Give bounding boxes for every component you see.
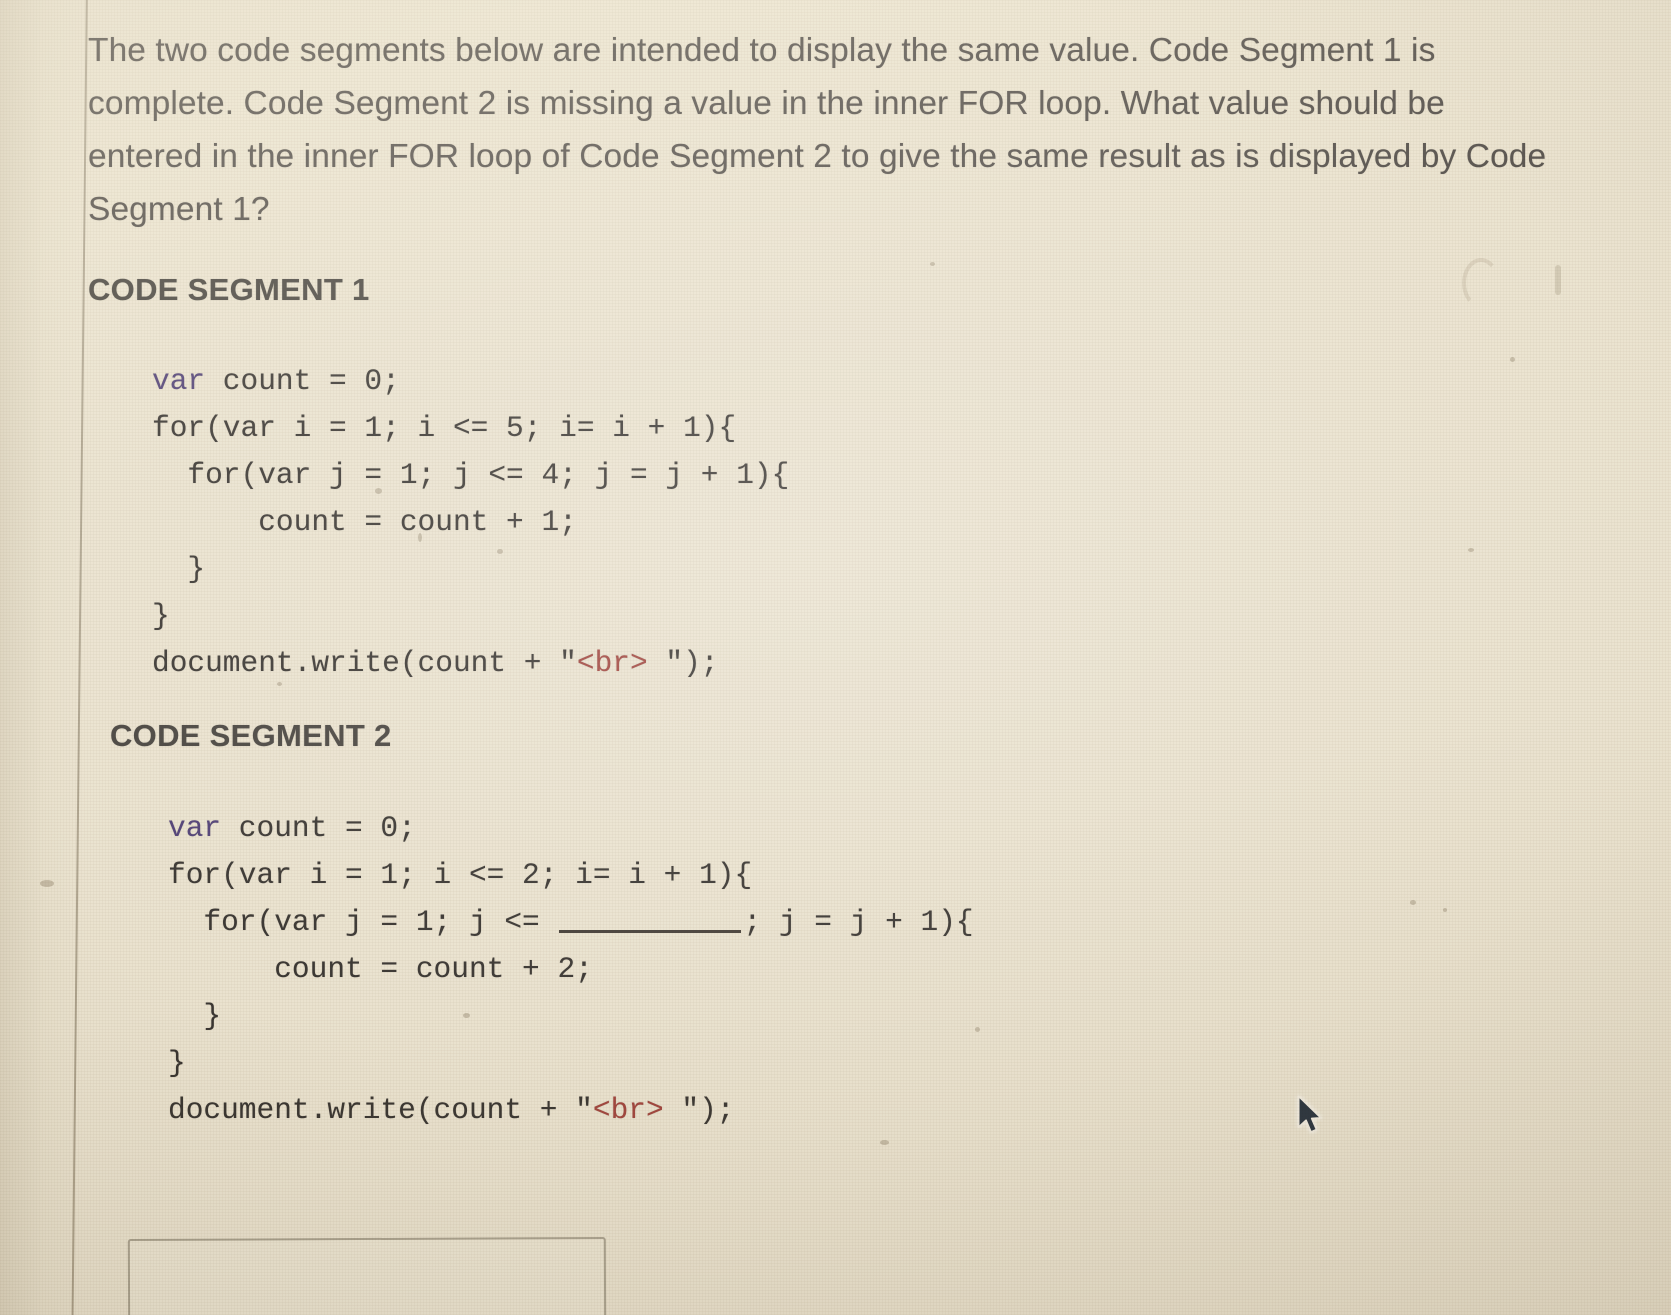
missing-value-blank	[559, 930, 742, 933]
code2-line-2: for(var i = 1; i <= 2; i= i + 1){	[168, 858, 753, 892]
code2-line-1: var count = 0;	[168, 811, 416, 845]
code2-line-5: }	[168, 999, 222, 1033]
answer-input[interactable]	[127, 1236, 607, 1315]
code-line-1: var count = 0;	[152, 364, 400, 398]
code2-line-7: document.write(count + "<br> ");	[168, 1093, 735, 1127]
question-prompt: The two code segments below are intended…	[88, 32, 1547, 228]
code-line-5: }	[152, 552, 206, 586]
code-line-4: count = count + 1;	[152, 505, 577, 539]
code2-line-3: for(var j = 1; j <= ; j = j + 1){	[168, 905, 974, 939]
code2-line-3-pre: for(var j = 1; j <=	[168, 905, 558, 939]
code2-line-6: }	[168, 1046, 186, 1080]
code-line-3: for(var j = 1; j <= 4; j = j + 1){	[152, 458, 790, 492]
code-segment-2-heading: CODE SEGMENT 2	[110, 718, 392, 753]
code2-line-4: count = count + 2;	[168, 952, 593, 986]
br-string-literal: <br>	[576, 646, 648, 680]
code2-line-1-rest: count = 0;	[221, 811, 416, 845]
code2-line-7-pre: document.write(count + "	[168, 1093, 593, 1127]
code-segment-2-block: var count = 0; for(var i = 1; i <= 2; i=…	[168, 805, 974, 1134]
quiz-content: The two code segments below are intended…	[0, 0, 1671, 1315]
code-segment-1-heading: CODE SEGMENT 1	[88, 272, 370, 307]
code-line-7-post: ");	[647, 646, 719, 680]
code2-line-7-post: ");	[663, 1093, 735, 1127]
code-line-7: document.write(count + "<br> ");	[152, 646, 719, 680]
code-line-2: for(var i = 1; i <= 5; i= i + 1){	[152, 411, 737, 445]
keyword-var: var	[168, 811, 222, 845]
keyword-var: var	[152, 364, 206, 398]
code-line-1-rest: count = 0;	[205, 364, 400, 398]
code-line-7-pre: document.write(count + "	[152, 646, 577, 680]
code-line-6: }	[152, 599, 170, 633]
br-string-literal: <br>	[592, 1093, 664, 1127]
code-segment-1-block: var count = 0; for(var i = 1; i <= 5; i=…	[152, 358, 789, 687]
code2-line-3-post: ; j = j + 1){	[743, 905, 974, 939]
photographed-screen: The two code segments below are intended…	[0, 0, 1671, 1315]
